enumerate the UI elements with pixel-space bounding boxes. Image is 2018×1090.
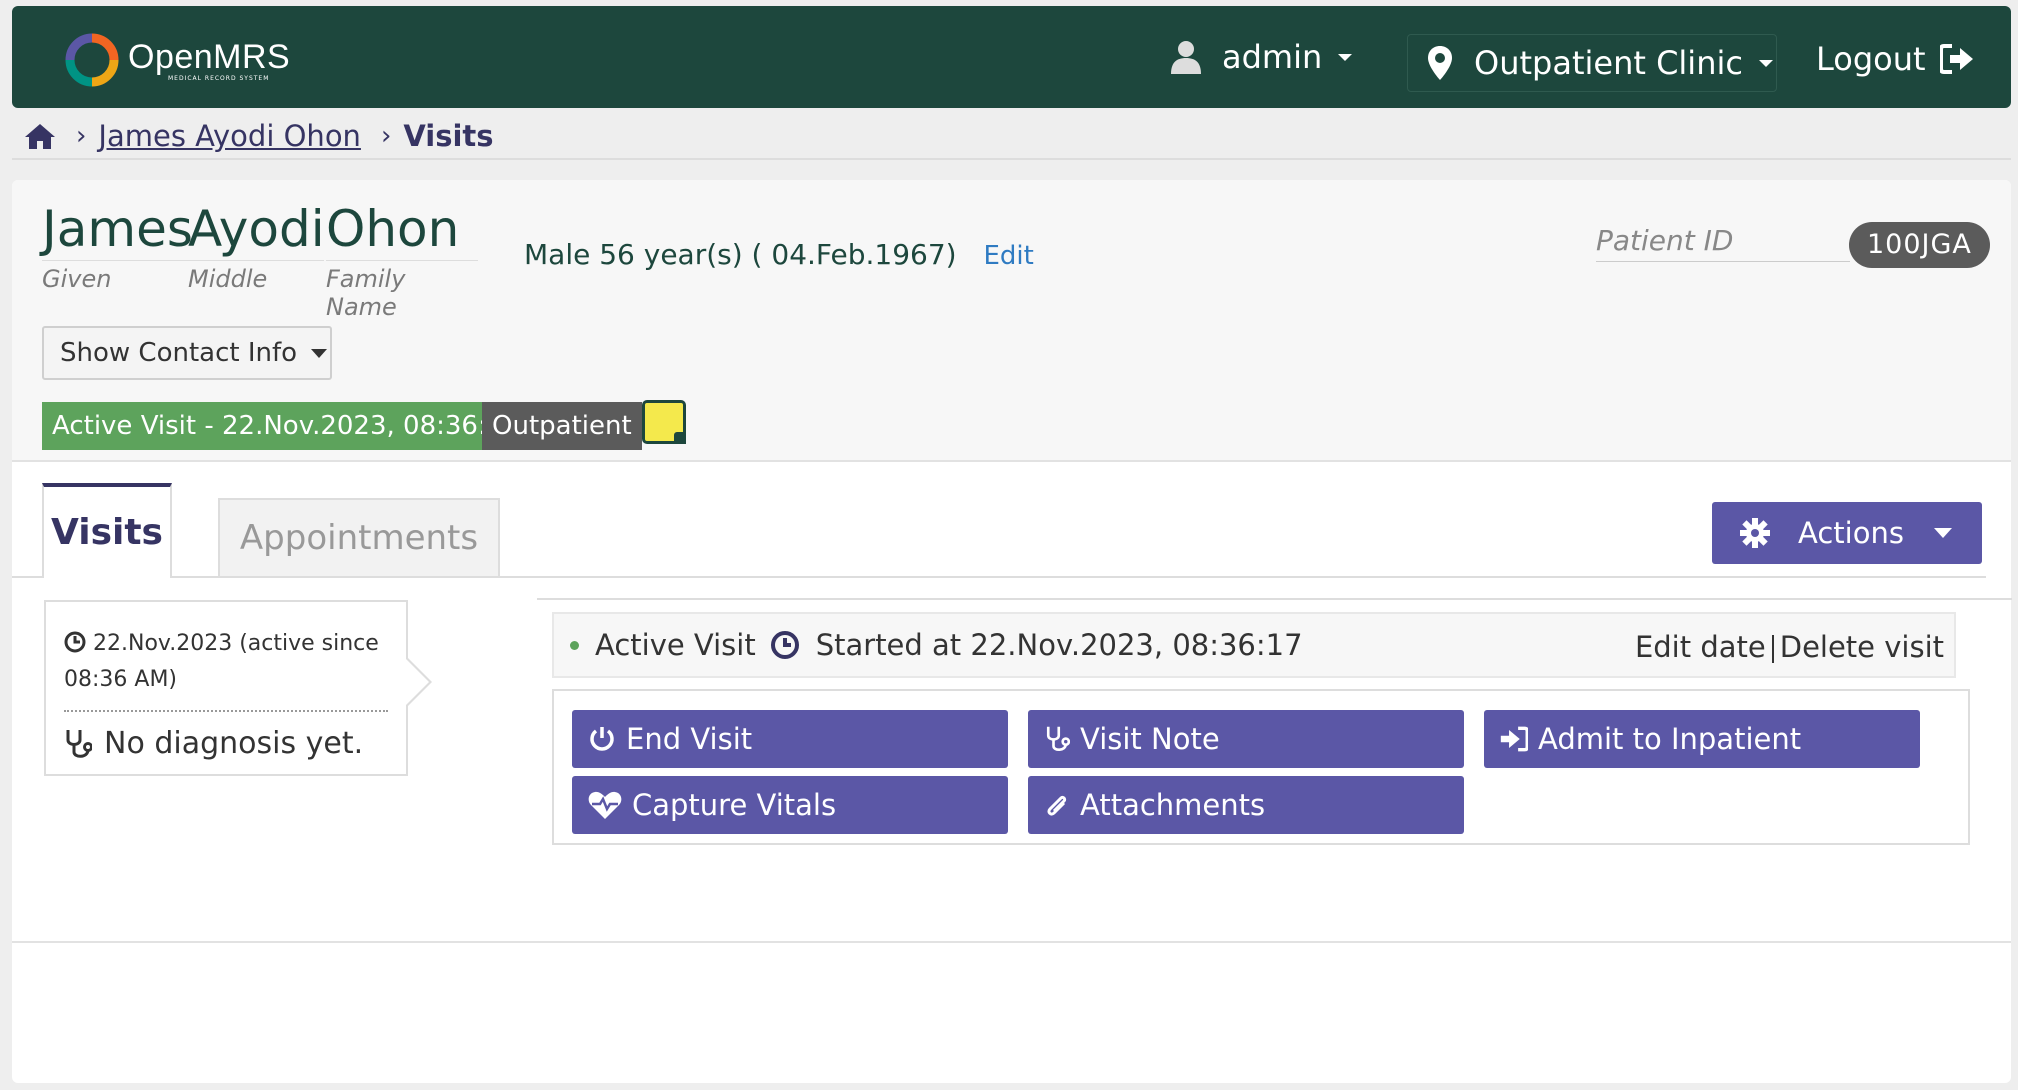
delete-visit-link[interactable]: Delete visit [1780, 630, 1944, 664]
attachments-label: Attachments [1080, 788, 1266, 822]
heartbeat-icon [588, 791, 622, 819]
capture-vitals-button[interactable]: Capture Vitals [572, 776, 1008, 834]
logout-label: Logout [1816, 40, 1926, 78]
logout-link[interactable]: Logout [1816, 40, 1974, 78]
visit-type-badge: Outpatient [482, 402, 642, 450]
end-visit-button[interactable]: End Visit [572, 710, 1008, 768]
tabs-divider [12, 576, 1986, 578]
family-label: Family Name [326, 260, 478, 321]
edit-demographics-link[interactable]: Edit [983, 241, 1033, 271]
user-name: admin [1222, 38, 1323, 76]
location-selector[interactable]: Outpatient Clinic [1407, 34, 1777, 92]
home-icon[interactable] [24, 122, 56, 150]
demographics-text: Male 56 year(s) ( 04.Feb.1967) [524, 238, 957, 271]
panel-divider [12, 941, 2011, 943]
sign-in-icon [1500, 726, 1528, 752]
given-label: Given [42, 260, 190, 293]
breadcrumb: › James Ayodi Ohon › Visits [24, 114, 494, 158]
power-icon [590, 727, 614, 751]
given-name: James [42, 200, 193, 258]
timeline-date-text: 22.Nov.2023 (active since 08:36 AM) [64, 631, 379, 692]
middle-label: Middle [188, 260, 324, 293]
show-contact-info-button[interactable]: Show Contact Info [42, 326, 332, 380]
visit-timeline-item[interactable]: 22.Nov.2023 (active since 08:36 AM) No d… [44, 600, 432, 776]
timeline-diagnosis: No diagnosis yet. [64, 726, 388, 761]
chevron-right-icon: › [76, 121, 87, 151]
timeline-divider [64, 710, 388, 712]
breadcrumb-divider [12, 158, 2011, 160]
visit-status: Active Visit [595, 628, 756, 662]
link-separator [1771, 635, 1774, 663]
stethoscope-icon [1046, 726, 1070, 752]
given-name-block: James Given [42, 198, 193, 293]
edit-date-link[interactable]: Edit date [1635, 630, 1766, 664]
visit-details-divider [537, 598, 2012, 600]
chevron-down-icon [1758, 59, 1773, 67]
actions-label: Actions [1798, 516, 1904, 550]
user-menu[interactable]: admin [1170, 38, 1353, 76]
visit-note-label: Visit Note [1080, 722, 1220, 756]
admit-label: Admit to Inpatient [1538, 722, 1802, 756]
end-visit-label: End Visit [626, 722, 753, 756]
chevron-right-icon: › [380, 121, 392, 151]
openmrs-logo-icon [65, 33, 119, 87]
family-name: Ohon [326, 200, 460, 258]
clock-icon [770, 631, 799, 659]
top-header: OpenMRS MEDICAL RECORD SYSTEM admin Outp… [12, 6, 2011, 108]
admit-to-inpatient-button[interactable]: Admit to Inpatient [1484, 710, 1920, 768]
active-visit-bar: Active Visit Started at 22.Nov.2023, 08:… [552, 612, 1956, 678]
caret-down-icon [311, 348, 328, 358]
breadcrumb-patient-link[interactable]: James Ayodi Ohon [98, 119, 361, 153]
logo-subtitle: MEDICAL RECORD SYSTEM [168, 74, 270, 82]
main-panel: James Given Ayodi Middle Ohon Family Nam… [12, 180, 2012, 1083]
caret-down-icon [1933, 528, 1952, 538]
paperclip-icon [1047, 795, 1067, 816]
patient-header: James Given Ayodi Middle Ohon Family Nam… [12, 180, 2011, 462]
map-marker-icon [1428, 46, 1452, 80]
gear-icon [1740, 518, 1770, 548]
actions-button[interactable]: Actions [1712, 502, 1982, 564]
patient-id-label: Patient ID [1596, 224, 1850, 262]
attachments-button[interactable]: Attachments [1028, 776, 1464, 834]
logo-name: OpenMRS [128, 37, 291, 76]
contact-toggle-label: Show Contact Info [60, 338, 298, 368]
sticky-note-icon[interactable] [642, 400, 686, 444]
user-icon [1171, 41, 1201, 74]
visit-actions-area: End Visit Visit Note Admit to Inpatient … [552, 689, 1970, 845]
visit-note-button[interactable]: Visit Note [1028, 710, 1464, 768]
tab-visits[interactable]: Visits [42, 483, 172, 578]
active-visit-badge: Active Visit - 22.Nov.2023, 08:36:17 [42, 402, 530, 450]
status-dot-icon [570, 640, 579, 650]
stethoscope-icon [66, 729, 92, 758]
openmrs-logo[interactable]: OpenMRS MEDICAL RECORD SYSTEM [64, 32, 290, 88]
middle-name: Ayodi [188, 200, 325, 258]
timeline-date: 22.Nov.2023 (active since 08:36 AM) [64, 626, 388, 698]
family-name-block: Ohon Family Name [326, 198, 478, 321]
visit-started-text: Started at 22.Nov.2023, 08:36:17 [815, 628, 1303, 662]
diagnosis-text: No diagnosis yet. [104, 726, 364, 761]
capture-vitals-label: Capture Vitals [632, 788, 837, 822]
chevron-down-icon [1338, 53, 1353, 61]
visit-links: Edit date Delete visit [1635, 630, 1944, 664]
tab-appointments[interactable]: Appointments [218, 498, 500, 576]
clock-icon [64, 631, 86, 653]
location-name: Outpatient Clinic [1474, 44, 1743, 82]
demographics: Male 56 year(s) ( 04.Feb.1967) Edit [524, 238, 1034, 271]
patient-id-badge: 100JGA [1849, 222, 1990, 268]
sign-out-icon [1939, 44, 1973, 74]
middle-name-block: Ayodi Middle [188, 198, 325, 293]
breadcrumb-current: Visits [403, 119, 494, 153]
